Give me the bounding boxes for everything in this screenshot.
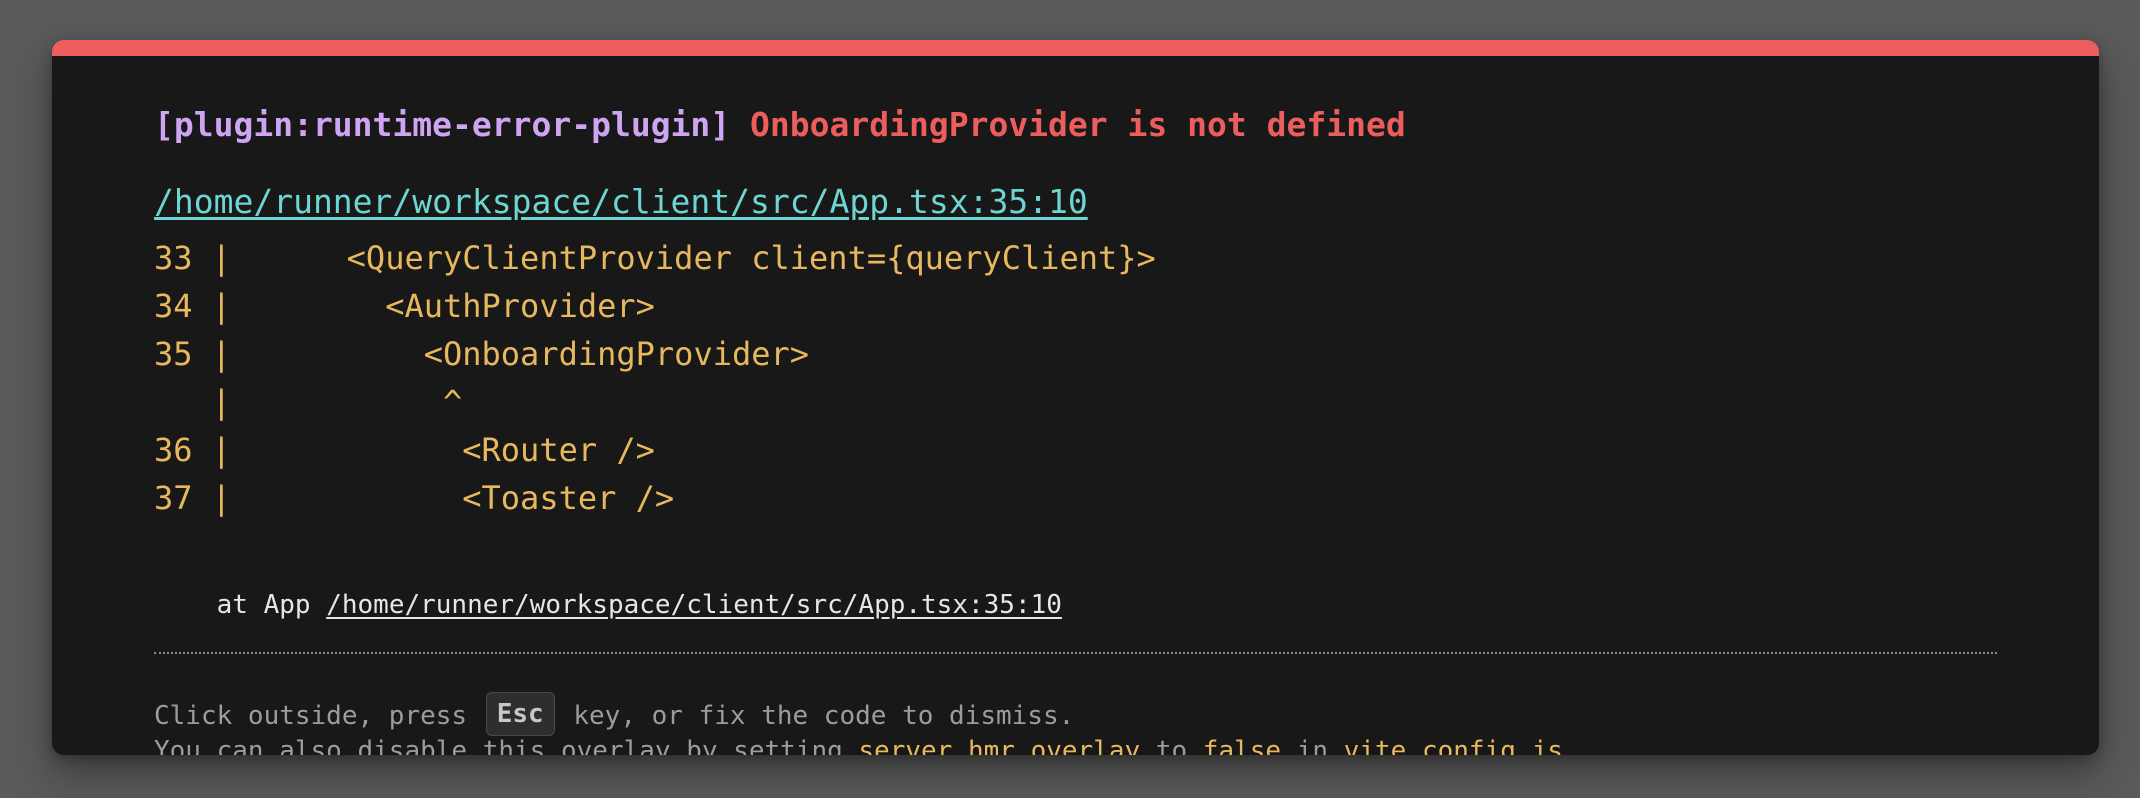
stack-trace: at App /home/runner/workspace/client/src…: [154, 592, 1062, 618]
code-frame-line: 35 | <OnboardingProvider>: [154, 335, 810, 373]
config-file-name: vite.config.js: [1343, 736, 1563, 755]
setting-value: false: [1202, 736, 1282, 755]
tip-text: .: [1562, 736, 1579, 755]
tip-text: to: [1140, 736, 1203, 755]
tip-text: You can also disable this overlay by set…: [154, 736, 859, 755]
code-frame-line: 37 | <Toaster />: [154, 479, 675, 517]
tip-text: in: [1281, 736, 1344, 755]
code-frame-line: 36 | <Router />: [154, 431, 655, 469]
stack-file-link[interactable]: /home/runner/workspace/client/src/App.ts…: [326, 590, 1062, 620]
code-frame-caret-line: | ^: [154, 383, 463, 421]
error-file-link[interactable]: /home/runner/workspace/client/src/App.ts…: [154, 185, 1088, 218]
tip-text: Click outside, press: [154, 701, 483, 731]
dismiss-tip: Click outside, press Esc key, or fix the…: [154, 692, 1075, 738]
tip-text: key, or fix the code to dismiss.: [557, 701, 1075, 731]
code-frame-line: 33 | <QueryClientProvider client={queryC…: [154, 239, 1156, 277]
code-frame: 33 | <QueryClientProvider client={queryC…: [154, 234, 1156, 522]
error-message: OnboardingProvider is not defined: [750, 105, 1406, 144]
setting-name: server.hmr.overlay: [858, 736, 1141, 755]
error-title: [plugin:runtime-error-plugin] Onboarding…: [154, 108, 1406, 141]
disable-tip: You can also disable this overlay by set…: [154, 738, 1579, 755]
stack-prefix: at App: [216, 590, 327, 620]
esc-key: Esc: [485, 692, 555, 736]
plugin-name: [plugin:runtime-error-plugin]: [154, 105, 731, 144]
divider: [154, 652, 1997, 654]
error-overlay: [plugin:runtime-error-plugin] Onboarding…: [52, 40, 2099, 755]
code-frame-line: 34 | <AuthProvider>: [154, 287, 655, 325]
